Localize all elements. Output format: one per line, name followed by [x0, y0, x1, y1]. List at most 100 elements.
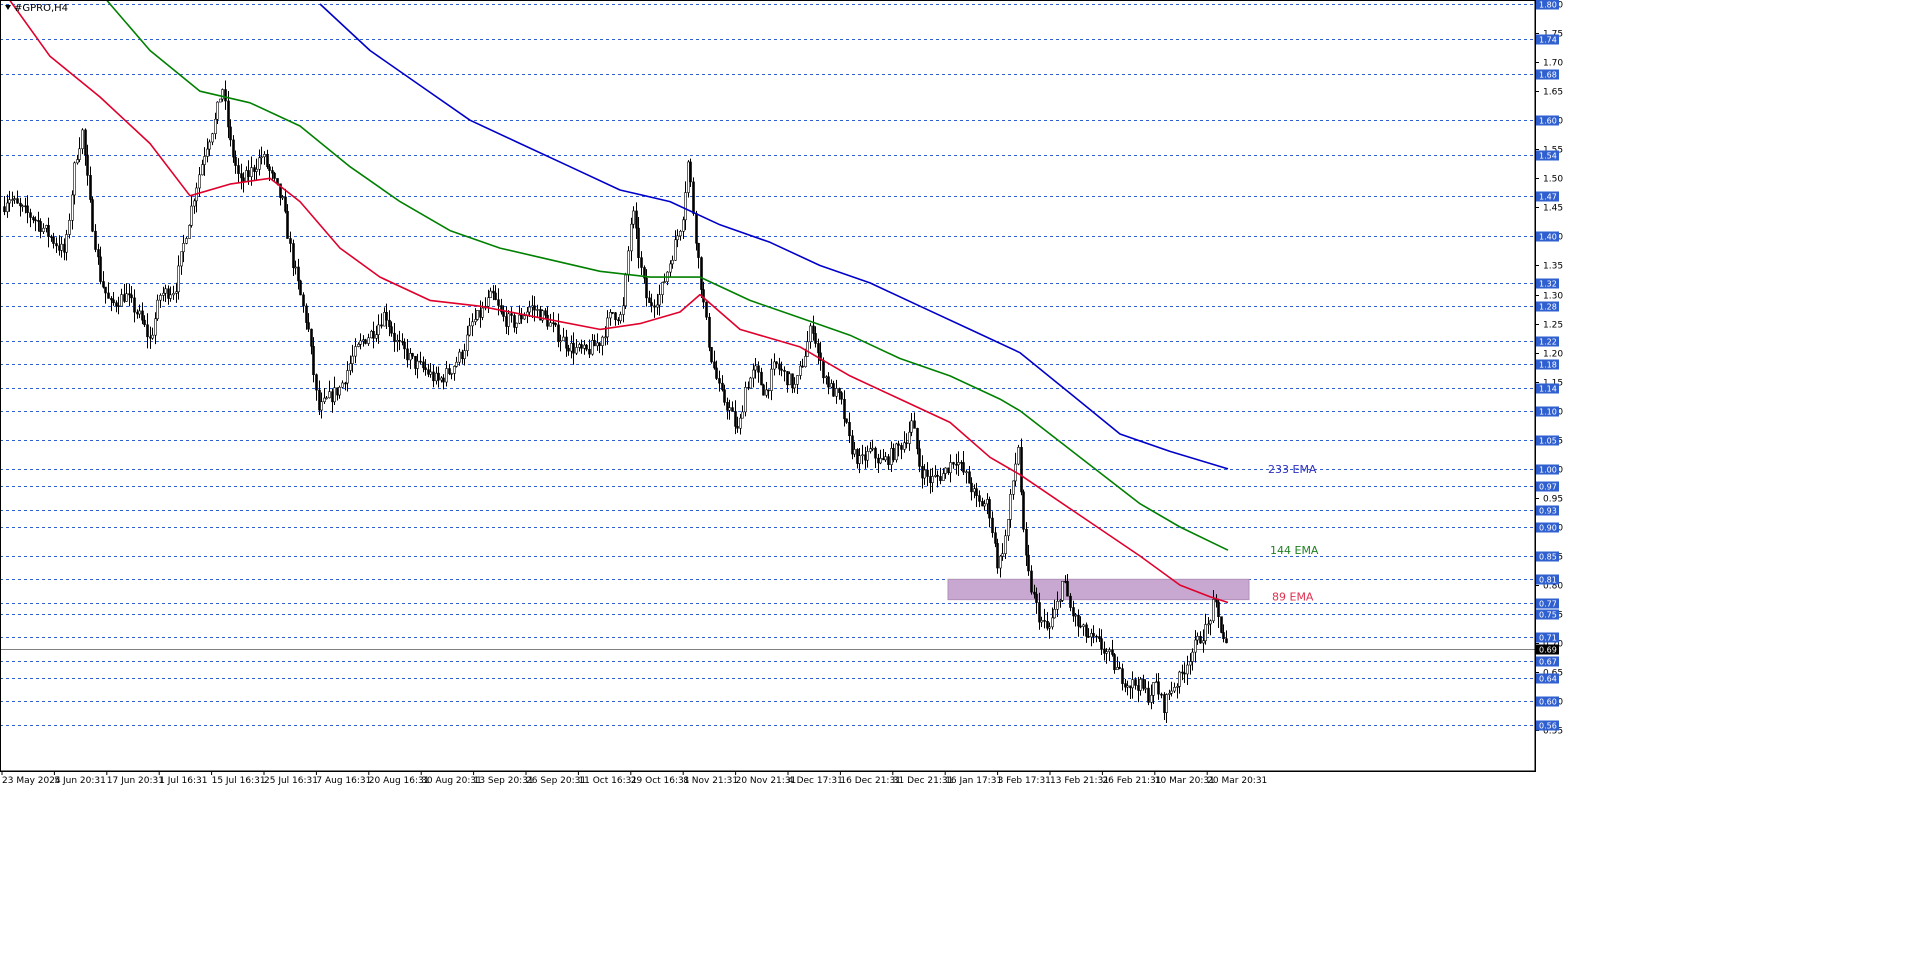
candle-body: [656, 304, 659, 308]
resistance-zone: [947, 578, 1250, 601]
candle-body: [689, 161, 692, 183]
candle-body: [682, 219, 685, 232]
current-price-label: 0.69: [1539, 646, 1557, 655]
candle-body: [1131, 679, 1134, 689]
candle-body: [762, 384, 765, 396]
candle-body: [507, 313, 510, 327]
candle-body: [1181, 671, 1184, 674]
candle-body: [799, 365, 802, 376]
candle-body: [1176, 686, 1179, 688]
candle-body: [975, 488, 978, 496]
candle-body: [1090, 633, 1093, 638]
candle-body: [1126, 685, 1129, 688]
candle-body: [822, 360, 825, 379]
x-tick-label: 17 Jun 20:31: [107, 776, 164, 786]
y-tick-label: 1.25: [1543, 321, 1563, 331]
candle-body: [978, 495, 981, 502]
candle-body: [141, 310, 144, 321]
candle-body: [580, 344, 583, 349]
candle-body: [312, 346, 315, 376]
candle-body: [310, 328, 313, 347]
y-tick-label: 0.95: [1543, 495, 1563, 505]
candle-body: [390, 326, 393, 334]
candle-body: [887, 456, 890, 465]
candle-body: [635, 210, 638, 229]
candle-body: [913, 420, 916, 429]
candle-body: [47, 225, 50, 237]
candle-body: [1020, 447, 1023, 493]
candle-body: [1173, 687, 1176, 692]
candle-body: [65, 234, 68, 253]
candle-body: [84, 129, 87, 156]
candle-body: [71, 194, 74, 221]
candle-body: [817, 343, 820, 354]
x-tick-label: 25 Jul 16:31: [264, 776, 318, 786]
level-label: 0.71: [1539, 634, 1557, 643]
price-chart[interactable]: 0.550.600.650.700.750.800.850.900.951.00…: [0, 0, 1916, 963]
candle-body: [487, 297, 490, 307]
candle-body: [1103, 648, 1106, 654]
candle-body: [962, 462, 965, 473]
candle-body: [305, 305, 308, 323]
x-tick-label: 1 Jul 16:31: [159, 776, 207, 786]
candle-body: [286, 211, 289, 239]
candle-body: [619, 314, 622, 322]
candle-body: [188, 225, 191, 239]
candle-body: [1160, 693, 1163, 696]
candle-body: [804, 356, 807, 367]
candle-body: [442, 377, 445, 383]
candle-body: [510, 313, 513, 316]
candle-body: [299, 280, 302, 296]
candle-body: [942, 473, 945, 481]
candle-body: [908, 431, 911, 444]
candle-body: [21, 205, 24, 208]
candle-body: [734, 411, 737, 427]
candle-body: [918, 448, 921, 467]
candle-body: [406, 348, 409, 361]
candle-body: [34, 219, 37, 222]
candle-body: [1144, 687, 1147, 690]
candle-body: [546, 314, 549, 327]
candle-body: [1105, 651, 1108, 654]
candle-body: [268, 166, 271, 171]
candle-body: [1100, 638, 1103, 650]
x-tick-label: 4 Dec 17:31: [788, 776, 843, 786]
candle-body: [232, 139, 235, 158]
x-tick-label: 23 May 2024: [2, 776, 61, 786]
candle-body: [229, 126, 232, 141]
candle-body: [297, 266, 300, 282]
ema-annotation: 89 EMA: [1272, 591, 1314, 604]
candle-body: [474, 319, 477, 323]
candle-body: [718, 378, 721, 384]
candle-body: [1116, 667, 1119, 671]
candle-body: [91, 199, 94, 232]
candle-body: [700, 257, 703, 290]
candle-body: [403, 341, 406, 350]
candle-body: [895, 443, 898, 461]
candle-body: [416, 360, 419, 369]
candle-body: [63, 243, 66, 253]
candle-body: [812, 325, 815, 334]
candle-body: [32, 217, 35, 221]
candle-body: [1009, 494, 1012, 520]
candle-body: [1212, 599, 1215, 622]
candle-body: [523, 315, 526, 320]
ema-annotation: 233 EMA: [1268, 463, 1317, 476]
candle-body: [999, 555, 1002, 569]
candle-body: [351, 355, 354, 364]
candle-body: [255, 168, 258, 172]
candle-body: [861, 454, 864, 457]
candle-body: [123, 294, 126, 302]
candle-body: [1152, 682, 1155, 696]
candle-body: [424, 367, 427, 371]
level-label: 0.85: [1539, 553, 1557, 562]
candle-body: [1030, 570, 1033, 593]
candle-body: [572, 342, 575, 354]
candle-body: [136, 311, 139, 315]
candle-body: [1007, 519, 1010, 537]
candle-body: [1095, 635, 1098, 638]
candle-body: [848, 422, 851, 437]
x-tick-label: 10 Mar 20:31: [1155, 776, 1215, 786]
candle-body: [630, 223, 633, 252]
y-tick-label: 1.70: [1543, 59, 1563, 69]
